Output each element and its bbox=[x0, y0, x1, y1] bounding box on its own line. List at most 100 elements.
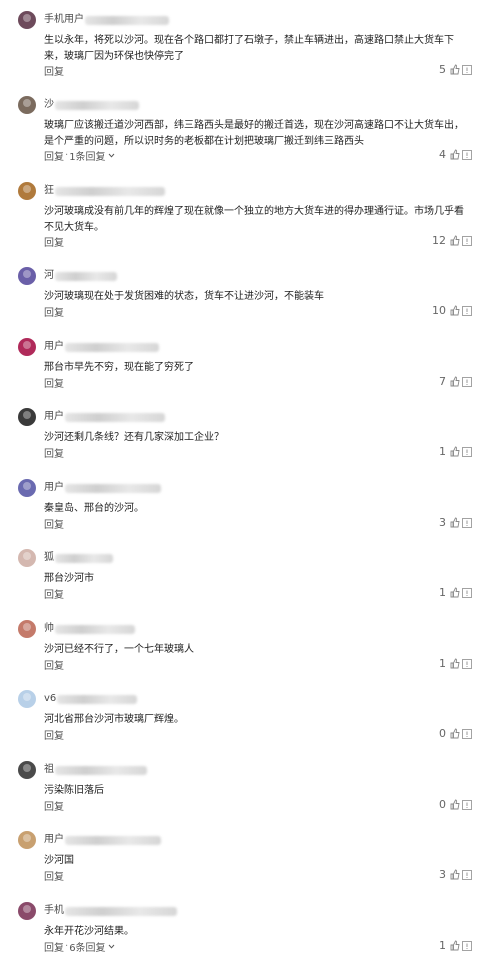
thumbs-up-icon[interactable] bbox=[450, 658, 460, 669]
username[interactable]: 沙 bbox=[44, 98, 54, 112]
username-row: 河 bbox=[44, 267, 117, 285]
avatar[interactable] bbox=[18, 761, 36, 779]
comment-text: 永年开花沙河结果。 bbox=[44, 926, 134, 937]
avatar[interactable] bbox=[18, 96, 36, 114]
thumbs-up-icon[interactable] bbox=[450, 587, 460, 598]
reply-button[interactable]: 回复 bbox=[44, 868, 64, 883]
report-icon[interactable] bbox=[462, 518, 472, 528]
avatar[interactable] bbox=[18, 620, 36, 638]
username[interactable]: 帅 bbox=[44, 622, 54, 636]
username-row: 用户 bbox=[44, 479, 161, 497]
avatar[interactable] bbox=[18, 182, 36, 200]
report-icon[interactable] bbox=[462, 377, 472, 387]
thumbs-up-icon[interactable] bbox=[450, 517, 460, 528]
username[interactable]: 河 bbox=[44, 269, 54, 283]
username-row: 帅 bbox=[44, 620, 135, 638]
like-count: 0 bbox=[439, 798, 446, 811]
username[interactable]: 用户 bbox=[44, 833, 64, 847]
report-icon[interactable] bbox=[462, 941, 472, 951]
avatar[interactable] bbox=[18, 338, 36, 356]
thumbs-up-icon[interactable] bbox=[450, 446, 460, 457]
report-icon[interactable] bbox=[462, 659, 472, 669]
username[interactable]: 用户 bbox=[44, 410, 64, 424]
username-row: 用户 bbox=[44, 338, 159, 356]
thumbs-up-icon[interactable] bbox=[450, 235, 460, 246]
report-icon[interactable] bbox=[462, 447, 472, 457]
thumbs-up-icon[interactable] bbox=[450, 149, 460, 160]
blurred-username bbox=[55, 553, 113, 563]
avatar[interactable] bbox=[18, 549, 36, 567]
expand-replies-button[interactable]: 6条回复 bbox=[69, 939, 114, 954]
username-row: 狐 bbox=[44, 549, 113, 567]
like-count: 12 bbox=[432, 234, 446, 247]
report-icon[interactable] bbox=[462, 729, 472, 739]
replies-count: 1条回复 bbox=[69, 152, 106, 163]
reply-button[interactable]: 回复 bbox=[44, 304, 64, 319]
reply-button[interactable]: 回复 bbox=[44, 234, 64, 249]
thumbs-up-icon[interactable] bbox=[450, 728, 460, 739]
blurred-username bbox=[65, 906, 177, 916]
thumbs-up-icon[interactable] bbox=[450, 305, 460, 316]
username[interactable]: v6 bbox=[44, 692, 56, 706]
reply-button[interactable]: 回复 bbox=[44, 798, 64, 813]
reply-button[interactable]: 回复 bbox=[44, 375, 64, 390]
chevron-down-icon bbox=[108, 943, 115, 950]
avatar[interactable] bbox=[18, 831, 36, 849]
like-count: 4 bbox=[439, 148, 446, 161]
like-count: 0 bbox=[439, 727, 446, 740]
thumbs-up-icon[interactable] bbox=[450, 64, 460, 75]
reply-button[interactable]: 回复 bbox=[44, 63, 64, 78]
like-count: 1 bbox=[439, 939, 446, 952]
report-icon[interactable] bbox=[462, 65, 472, 75]
username[interactable]: 用户 bbox=[44, 340, 64, 354]
reply-button[interactable]: 回复 bbox=[44, 148, 64, 163]
report-icon[interactable] bbox=[462, 800, 472, 810]
comment-text: 沙河已经不行了，一个七年玻璃人 bbox=[44, 644, 194, 655]
username-row: 手机用户 bbox=[44, 11, 169, 29]
avatar[interactable] bbox=[18, 267, 36, 285]
like-count: 5 bbox=[439, 63, 446, 76]
thumbs-up-icon[interactable] bbox=[450, 799, 460, 810]
comment-text: 沙河玻璃现在处于发货困难的状态，货车不让进沙河，不能装车 bbox=[44, 291, 324, 302]
username-row: 用户 bbox=[44, 408, 165, 426]
avatar[interactable] bbox=[18, 408, 36, 426]
reply-button[interactable]: 回复 bbox=[44, 727, 64, 742]
username[interactable]: 祖 bbox=[44, 763, 54, 777]
report-icon[interactable] bbox=[462, 236, 472, 246]
avatar[interactable] bbox=[18, 902, 36, 920]
separator-dot: · bbox=[65, 150, 69, 161]
username[interactable]: 狐 bbox=[44, 551, 54, 565]
reply-button[interactable]: 回复 bbox=[44, 516, 64, 531]
expand-replies-button[interactable]: 1条回复 bbox=[69, 148, 114, 163]
blurred-username bbox=[65, 835, 161, 845]
thumbs-up-icon[interactable] bbox=[450, 376, 460, 387]
username[interactable]: 手机用户 bbox=[44, 13, 84, 27]
comment-text: 秦皇岛、邢台的沙河。 bbox=[44, 503, 144, 514]
comment-text: 污染陈旧落后 bbox=[44, 785, 104, 796]
comment-actions: 回复 bbox=[44, 798, 64, 813]
thumbs-up-icon[interactable] bbox=[450, 869, 460, 880]
report-icon[interactable] bbox=[462, 588, 472, 598]
like-count: 1 bbox=[439, 445, 446, 458]
username[interactable]: 手机 bbox=[44, 904, 64, 918]
reply-button[interactable]: 回复 bbox=[44, 939, 64, 954]
thumbs-up-icon[interactable] bbox=[450, 940, 460, 951]
username-row: 狂 bbox=[44, 182, 165, 200]
username-row: 用户 bbox=[44, 831, 161, 849]
reply-button[interactable]: 回复 bbox=[44, 586, 64, 601]
avatar[interactable] bbox=[18, 479, 36, 497]
report-icon[interactable] bbox=[462, 306, 472, 316]
username[interactable]: 狂 bbox=[44, 184, 54, 198]
comment-actions: 回复 bbox=[44, 375, 64, 390]
comment-actions: 回复 bbox=[44, 586, 64, 601]
username[interactable]: 用户 bbox=[44, 481, 64, 495]
reply-button[interactable]: 回复 bbox=[44, 657, 64, 672]
avatar[interactable] bbox=[18, 11, 36, 29]
report-icon[interactable] bbox=[462, 870, 472, 880]
report-icon[interactable] bbox=[462, 150, 472, 160]
comment-actions: 回复 bbox=[44, 657, 64, 672]
comment-text: 邢台沙河市 bbox=[44, 573, 94, 584]
avatar[interactable] bbox=[18, 690, 36, 708]
comment-text: 河北省邢台沙河市玻璃厂辉煌。 bbox=[44, 714, 184, 725]
reply-button[interactable]: 回复 bbox=[44, 445, 64, 460]
